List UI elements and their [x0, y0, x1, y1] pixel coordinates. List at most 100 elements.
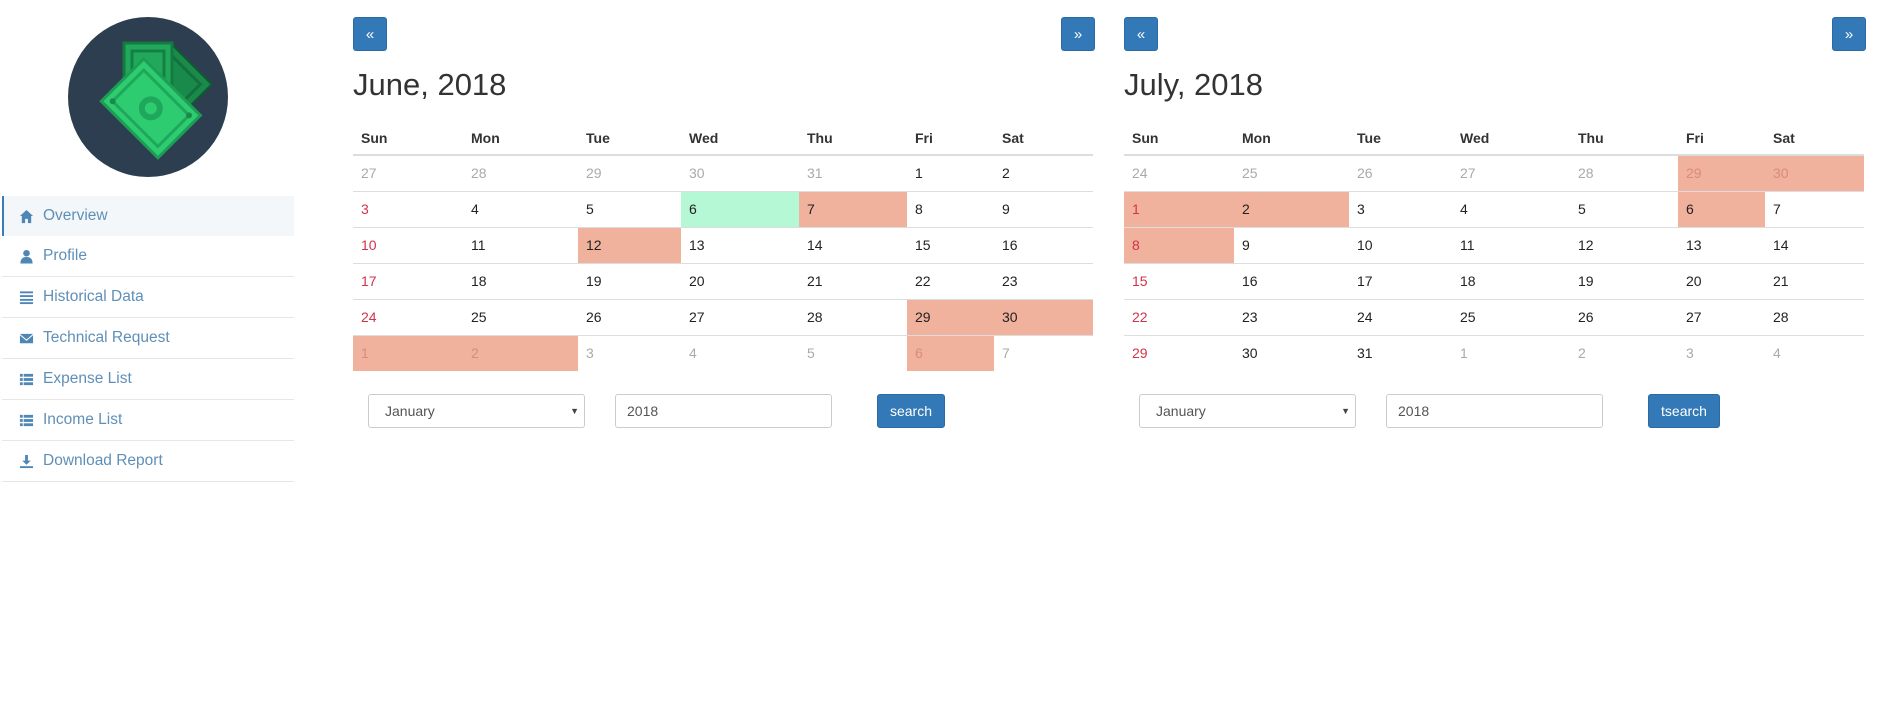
day-cell[interactable]: 6 — [1678, 190, 1765, 227]
day-cell[interactable]: 22 — [1124, 298, 1234, 335]
next-month-button[interactable]: » — [1061, 17, 1095, 51]
year-input[interactable]: 2018 — [615, 394, 832, 428]
day-cell[interactable]: 5 — [1570, 190, 1678, 227]
day-cell[interactable]: 9 — [994, 190, 1093, 227]
sidebar-item-profile[interactable]: Profile — [2, 236, 294, 277]
day-cell[interactable]: 29 — [578, 155, 681, 191]
day-cell[interactable]: 7 — [799, 190, 907, 227]
day-cell[interactable]: 26 — [1349, 155, 1452, 191]
day-cell[interactable]: 28 — [463, 155, 578, 191]
search-button[interactable]: search — [877, 394, 945, 428]
day-cell[interactable]: 28 — [799, 298, 907, 335]
day-cell[interactable]: 26 — [578, 298, 681, 335]
day-cell[interactable]: 18 — [463, 262, 578, 299]
month-select[interactable]: January ▼ — [1139, 394, 1356, 428]
day-cell[interactable]: 28 — [1570, 155, 1678, 191]
day-cell[interactable]: 3 — [578, 334, 681, 371]
day-cell[interactable]: 24 — [353, 298, 463, 335]
day-cell[interactable]: 25 — [1234, 155, 1349, 191]
day-cell[interactable]: 3 — [353, 190, 463, 227]
day-cell[interactable]: 23 — [994, 262, 1093, 299]
day-cell[interactable]: 4 — [681, 334, 799, 371]
day-cell[interactable]: 30 — [994, 298, 1093, 335]
day-cell[interactable]: 15 — [1124, 262, 1234, 299]
day-cell[interactable]: 27 — [681, 298, 799, 335]
day-cell[interactable]: 6 — [681, 190, 799, 227]
day-cell[interactable]: 8 — [907, 190, 994, 227]
day-cell[interactable]: 4 — [463, 190, 578, 227]
year-input[interactable]: 2018 — [1386, 394, 1603, 428]
day-cell[interactable]: 27 — [1452, 155, 1570, 191]
day-cell[interactable]: 5 — [799, 334, 907, 371]
day-cell[interactable]: 4 — [1452, 190, 1570, 227]
day-cell[interactable]: 2 — [1234, 190, 1349, 227]
day-cell[interactable]: 1 — [353, 334, 463, 371]
day-cell[interactable]: 12 — [1570, 226, 1678, 263]
day-cell[interactable]: 17 — [353, 262, 463, 299]
day-cell[interactable]: 13 — [1678, 226, 1765, 263]
day-cell[interactable]: 5 — [578, 190, 681, 227]
day-cell[interactable]: 7 — [1765, 190, 1864, 227]
day-cell[interactable]: 3 — [1678, 334, 1765, 371]
day-cell[interactable]: 24 — [1124, 155, 1234, 191]
day-cell[interactable]: 13 — [681, 226, 799, 263]
day-cell[interactable]: 4 — [1765, 334, 1864, 371]
prev-month-button[interactable]: « — [1124, 17, 1158, 51]
day-cell[interactable]: 2 — [994, 155, 1093, 191]
day-cell[interactable]: 20 — [1678, 262, 1765, 299]
day-cell[interactable]: 7 — [994, 334, 1093, 371]
day-cell[interactable]: 21 — [1765, 262, 1864, 299]
day-cell[interactable]: 18 — [1452, 262, 1570, 299]
sidebar-item-overview[interactable]: Overview — [2, 196, 294, 236]
day-cell[interactable]: 2 — [463, 334, 578, 371]
day-cell[interactable]: 26 — [1570, 298, 1678, 335]
day-cell[interactable]: 11 — [463, 226, 578, 263]
day-cell[interactable]: 6 — [907, 334, 994, 371]
sidebar-item-expense-list[interactable]: Expense List — [2, 359, 294, 400]
day-cell[interactable]: 30 — [1234, 334, 1349, 371]
day-cell[interactable]: 15 — [907, 226, 994, 263]
day-cell[interactable]: 8 — [1124, 226, 1234, 263]
day-cell[interactable]: 31 — [1349, 334, 1452, 371]
day-cell[interactable]: 10 — [353, 226, 463, 263]
day-cell[interactable]: 14 — [799, 226, 907, 263]
search-button[interactable]: tsearch — [1648, 394, 1720, 428]
day-cell[interactable]: 29 — [1678, 155, 1765, 191]
day-cell[interactable]: 31 — [799, 155, 907, 191]
day-cell[interactable]: 11 — [1452, 226, 1570, 263]
day-cell[interactable]: 12 — [578, 226, 681, 263]
prev-month-button[interactable]: « — [353, 17, 387, 51]
month-select[interactable]: January ▼ — [368, 394, 585, 428]
day-cell[interactable]: 17 — [1349, 262, 1452, 299]
day-cell[interactable]: 1 — [1452, 334, 1570, 371]
day-cell[interactable]: 10 — [1349, 226, 1452, 263]
day-cell[interactable]: 2 — [1570, 334, 1678, 371]
sidebar-item-download-report[interactable]: Download Report — [2, 441, 294, 482]
day-cell[interactable]: 27 — [1678, 298, 1765, 335]
next-month-button[interactable]: » — [1832, 17, 1866, 51]
sidebar-item-technical-request[interactable]: Technical Request — [2, 318, 294, 359]
day-cell[interactable]: 30 — [681, 155, 799, 191]
day-cell[interactable]: 1 — [907, 155, 994, 191]
day-cell[interactable]: 22 — [907, 262, 994, 299]
day-cell[interactable]: 28 — [1765, 298, 1864, 335]
day-cell[interactable]: 19 — [1570, 262, 1678, 299]
day-cell[interactable]: 30 — [1765, 155, 1864, 191]
day-cell[interactable]: 21 — [799, 262, 907, 299]
sidebar-item-historical-data[interactable]: Historical Data — [2, 277, 294, 318]
day-cell[interactable]: 23 — [1234, 298, 1349, 335]
day-cell[interactable]: 24 — [1349, 298, 1452, 335]
day-cell[interactable]: 19 — [578, 262, 681, 299]
day-cell[interactable]: 1 — [1124, 190, 1234, 227]
day-cell[interactable]: 29 — [1124, 334, 1234, 371]
sidebar-item-income-list[interactable]: Income List — [2, 400, 294, 441]
day-cell[interactable]: 9 — [1234, 226, 1349, 263]
day-cell[interactable]: 25 — [463, 298, 578, 335]
day-cell[interactable]: 3 — [1349, 190, 1452, 227]
day-cell[interactable]: 20 — [681, 262, 799, 299]
day-cell[interactable]: 25 — [1452, 298, 1570, 335]
day-cell[interactable]: 27 — [353, 155, 463, 191]
day-cell[interactable]: 16 — [994, 226, 1093, 263]
day-cell[interactable]: 14 — [1765, 226, 1864, 263]
day-cell[interactable]: 29 — [907, 298, 994, 335]
